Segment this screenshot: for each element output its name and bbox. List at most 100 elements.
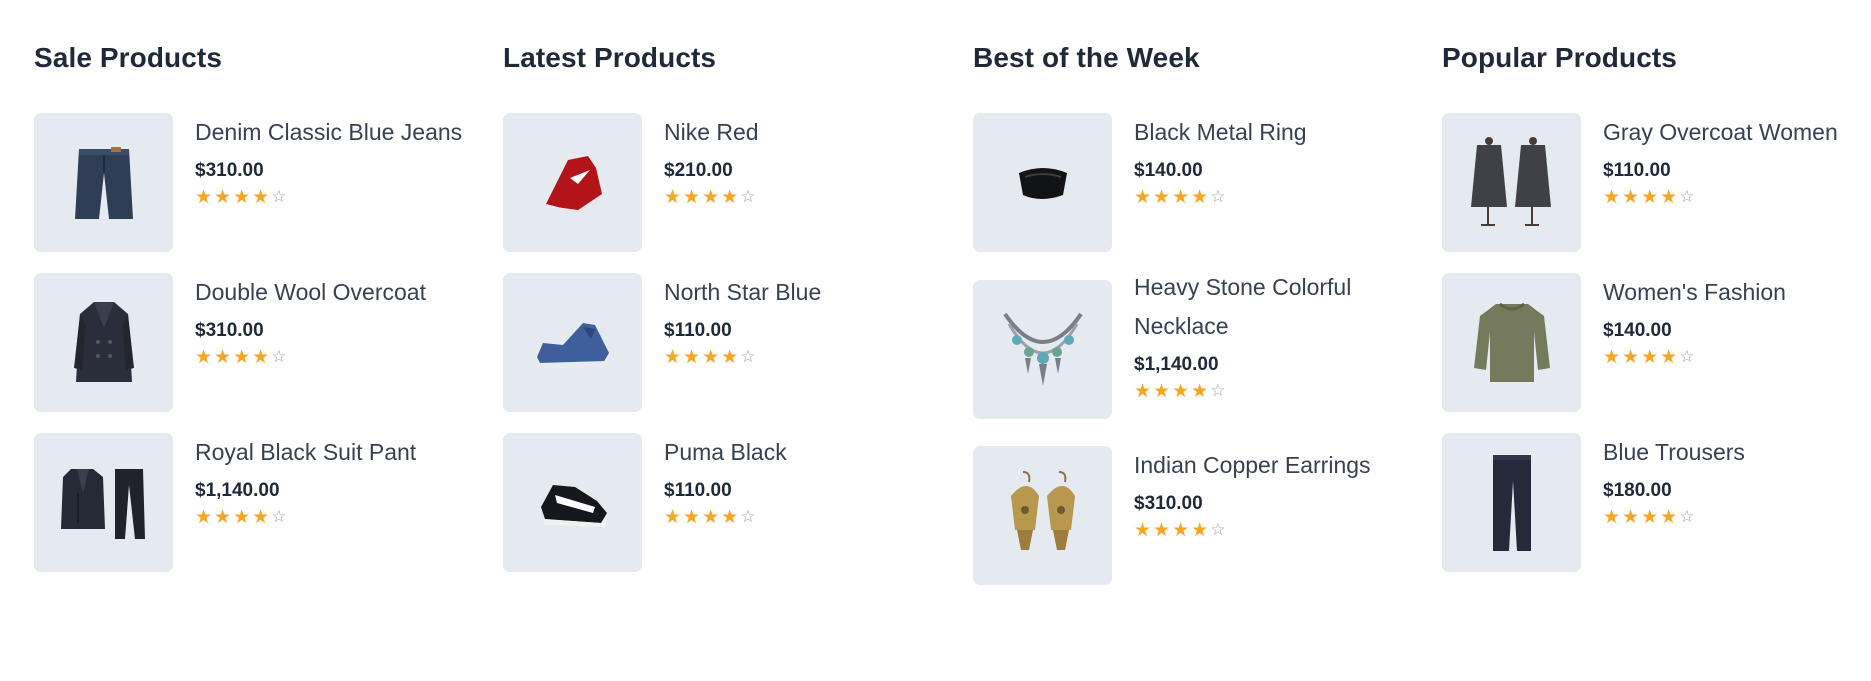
product-name[interactable]: Nike Red [664, 113, 944, 152]
star-filled-icon: ★ [664, 506, 682, 528]
star-filled-icon: ★ [664, 346, 682, 368]
product-thumbnail[interactable] [503, 273, 642, 412]
product-thumbnail[interactable] [1442, 113, 1581, 252]
sweater-icon [1473, 302, 1550, 382]
star-empty-icon: ☆ [1679, 347, 1695, 367]
product-sections: Sale Products Denim Classic Blue Jeans $… [0, 0, 1871, 681]
star-filled-icon: ★ [214, 186, 232, 208]
rating-stars: ★ ★ ★ ★ ☆ [1603, 186, 1871, 208]
star-filled-icon: ★ [721, 186, 739, 208]
star-filled-icon: ★ [1622, 346, 1640, 368]
product-info: Puma Black $110.00 ★ ★ ★ ★ ☆ [664, 433, 944, 528]
women-overcoat-icon [1470, 136, 1551, 226]
star-filled-icon: ★ [721, 346, 739, 368]
product-name[interactable]: North Star Blue [664, 273, 944, 312]
jeans-icon [74, 146, 133, 219]
overcoat-icon [73, 301, 134, 382]
product-info: Double Wool Overcoat $310.00 ★ ★ ★ ★ ☆ [195, 273, 475, 368]
product-name[interactable]: Black Metal Ring [1134, 113, 1414, 152]
star-empty-icon: ☆ [1679, 187, 1695, 207]
product-price: $310.00 [195, 160, 264, 181]
star-filled-icon: ★ [1172, 519, 1190, 541]
blue-sneaker-icon [536, 322, 609, 369]
product-price: $310.00 [195, 320, 264, 341]
earrings-icon [1010, 470, 1075, 550]
star-filled-icon: ★ [1134, 519, 1152, 541]
star-filled-icon: ★ [683, 346, 701, 368]
rating-stars: ★ ★ ★ ★ ☆ [1134, 186, 1414, 208]
section-latest-products: Latest Products Nike Red $210.00 ★ ★ ★ ★ ☆ [503, 40, 943, 572]
rating-stars: ★ ★ ★ ★ ☆ [664, 346, 944, 368]
product-thumbnail[interactable] [503, 113, 642, 252]
section-sale-products: Sale Products Denim Classic Blue Jeans $… [34, 40, 474, 572]
product-name[interactable]: Gray Overcoat Women [1603, 113, 1871, 152]
product-name[interactable]: Women's Fashion [1603, 273, 1871, 312]
star-filled-icon: ★ [1603, 186, 1621, 208]
section-popular-products: Popular Products Gray Overcoat Women $11… [1442, 40, 1871, 572]
star-filled-icon: ★ [683, 186, 701, 208]
star-filled-icon: ★ [1153, 380, 1171, 402]
product-price: $1,140.00 [195, 480, 280, 501]
star-empty-icon: ☆ [1210, 187, 1226, 207]
product-thumbnail[interactable] [34, 433, 173, 572]
product-name[interactable]: Blue Trousers [1603, 433, 1871, 472]
star-empty-icon: ☆ [740, 187, 756, 207]
product-price: $140.00 [1134, 160, 1203, 181]
star-filled-icon: ★ [1191, 186, 1209, 208]
product-price: $140.00 [1603, 320, 1672, 341]
product-thumbnail[interactable] [973, 113, 1112, 252]
star-filled-icon: ★ [1660, 186, 1678, 208]
rating-stars: ★ ★ ★ ★ ☆ [664, 186, 944, 208]
product-thumbnail[interactable] [1442, 433, 1581, 572]
section-title: Best of the Week [973, 42, 1200, 73]
star-filled-icon: ★ [252, 186, 270, 208]
suit-icon [60, 468, 145, 539]
product-info: Gray Overcoat Women $110.00 ★ ★ ★ ★ ☆ [1603, 113, 1871, 208]
product-name[interactable]: Double Wool Overcoat [195, 273, 475, 312]
red-sneaker-icon [545, 155, 604, 214]
rating-stars: ★ ★ ★ ★ ☆ [195, 346, 475, 368]
product-price: $110.00 [664, 480, 732, 501]
product-price: $310.00 [1134, 493, 1203, 514]
star-empty-icon: ☆ [1210, 520, 1226, 540]
star-filled-icon: ★ [1153, 519, 1171, 541]
star-empty-icon: ☆ [1210, 381, 1226, 401]
product-price: $110.00 [1603, 160, 1671, 181]
star-filled-icon: ★ [1660, 506, 1678, 528]
star-filled-icon: ★ [721, 506, 739, 528]
star-filled-icon: ★ [1172, 186, 1190, 208]
black-sneaker-icon [540, 484, 607, 527]
rating-stars: ★ ★ ★ ★ ☆ [1603, 506, 1871, 528]
star-filled-icon: ★ [683, 506, 701, 528]
product-name[interactable]: Indian Copper Earrings [1134, 446, 1414, 485]
star-filled-icon: ★ [702, 186, 720, 208]
product-name[interactable]: Puma Black [664, 433, 944, 472]
section-title: Latest Products [503, 42, 717, 73]
product-thumbnail[interactable] [34, 113, 173, 252]
section-best-of-the-week: Best of the Week Black Metal Ring $140.0… [973, 40, 1413, 585]
star-filled-icon: ★ [195, 506, 213, 528]
product-name[interactable]: Denim Classic Blue Jeans [195, 113, 475, 152]
product-info: Women's Fashion $140.00 ★ ★ ★ ★ ☆ [1603, 273, 1871, 368]
star-empty-icon: ☆ [271, 347, 287, 367]
product-price: $110.00 [664, 320, 732, 341]
star-filled-icon: ★ [252, 346, 270, 368]
product-thumbnail[interactable] [973, 280, 1112, 419]
rating-stars: ★ ★ ★ ★ ☆ [664, 506, 944, 528]
star-filled-icon: ★ [1660, 346, 1678, 368]
star-filled-icon: ★ [233, 506, 251, 528]
product-name[interactable]: Royal Black Suit Pant [195, 433, 475, 472]
star-filled-icon: ★ [195, 186, 213, 208]
star-filled-icon: ★ [1134, 380, 1152, 402]
star-empty-icon: ☆ [1679, 507, 1695, 527]
rating-stars: ★ ★ ★ ★ ☆ [1134, 380, 1414, 402]
star-filled-icon: ★ [1172, 380, 1190, 402]
star-filled-icon: ★ [214, 346, 232, 368]
product-thumbnail[interactable] [1442, 273, 1581, 412]
product-name[interactable]: Heavy Stone Colorful Necklace [1134, 268, 1414, 346]
product-thumbnail[interactable] [973, 446, 1112, 585]
product-thumbnail[interactable] [503, 433, 642, 572]
star-empty-icon: ☆ [271, 187, 287, 207]
product-thumbnail[interactable] [34, 273, 173, 412]
star-filled-icon: ★ [1153, 186, 1171, 208]
